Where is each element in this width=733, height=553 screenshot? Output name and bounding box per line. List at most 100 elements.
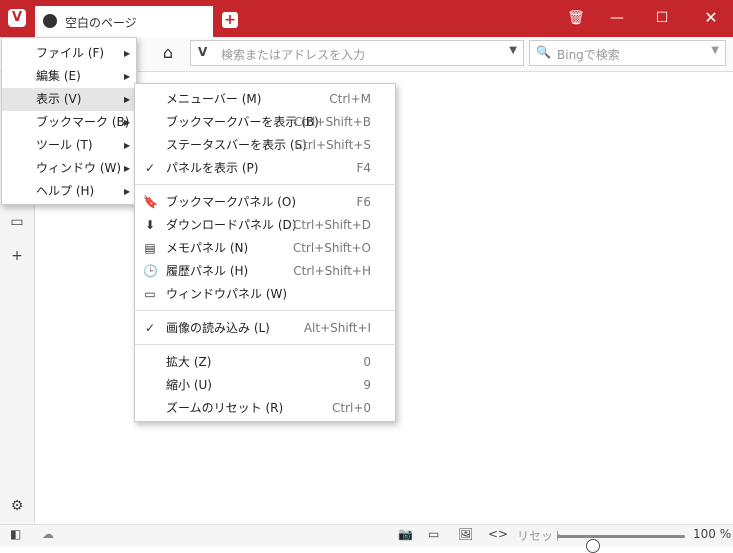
check-icon: ✓	[144, 321, 156, 335]
main-menu: ファイル (F) ▶ 編集 (E) ▶ 表示 (V) ▶ ブックマーク (B) ▶ ツール (T…	[1, 37, 137, 205]
submenu-item-label: 拡大 (Z)	[166, 355, 212, 369]
tab-blank-page[interactable]: 空白のページ	[35, 6, 213, 37]
window-icon: ▭	[144, 287, 156, 301]
shortcut-label: Ctrl+Shift+H	[293, 264, 371, 278]
menu-item-label: ウィンドウ (W)	[36, 161, 122, 175]
panel-toggle-icon[interactable]: ◧	[10, 527, 21, 541]
submenu-item[interactable]: 🔖 ブックマークパネル (O) F6	[135, 191, 395, 214]
shortcut-label: Ctrl+Shift+O	[292, 241, 371, 255]
shortcut-label: Ctrl+0	[331, 401, 371, 415]
bookmark-icon: 🔖	[143, 195, 158, 209]
submenu-item-label: ステータスバーを表示 (S)	[166, 138, 307, 152]
submenu-item-label: パネルを表示 (P)	[166, 161, 259, 175]
menu-item[interactable]: ツール (T) ▶	[2, 134, 136, 157]
menu-separator	[135, 310, 395, 311]
window-icon[interactable]: ▭	[428, 527, 439, 541]
chevron-right-icon: ▶	[124, 187, 131, 196]
shortcut-label: Ctrl+Shift+S	[294, 138, 371, 152]
image-icon[interactable]: 🖼	[458, 527, 473, 541]
menu-item[interactable]: ヘルプ (H) ▶	[2, 180, 136, 203]
shortcut-label: Ctrl+Shift+D	[293, 218, 371, 232]
submenu-item-label: メニューバー (M)	[166, 92, 262, 106]
submenu-item-label: 画像の読み込み (L)	[166, 321, 270, 335]
cloud-icon[interactable]: ☁	[42, 527, 54, 541]
submenu-item[interactable]: ズームのリセット (R) Ctrl+0	[135, 397, 395, 420]
chevron-right-icon: ▶	[124, 72, 131, 81]
maximize-button[interactable]: ☐	[651, 8, 673, 28]
menu-item-label: 編集 (E)	[36, 69, 81, 83]
chevron-down-icon[interactable]: ▼	[711, 45, 719, 56]
shortcut-label: 0	[363, 355, 371, 369]
submenu-item[interactable]: ▭ ウィンドウパネル (W)	[135, 283, 395, 306]
submenu-item[interactable]: ⬇ ダウンロードパネル (D) Ctrl+Shift+D	[135, 214, 395, 237]
zoom-slider-handle[interactable]	[586, 539, 601, 553]
check-icon: ✓	[144, 161, 156, 175]
shortcut-label: F4	[356, 161, 371, 175]
shortcut-label: F6	[356, 195, 371, 209]
status-bar: ◧ ☁ 📷 ▭ 🖼 <> リセット 100 %	[0, 524, 733, 553]
submenu-item-label: メモパネル (N)	[166, 241, 249, 255]
menu-item-label: ツール (T)	[36, 138, 93, 152]
view-submenu: メニューバー (M) Ctrl+M ブックマークバーを表示 (B) Ctrl+Shif…	[134, 83, 396, 422]
vivaldi-logo-icon[interactable]: V	[8, 9, 26, 27]
address-input[interactable]: V 検索またはアドレスを入力 ▼	[190, 40, 524, 66]
submenu-item[interactable]: ステータスバーを表示 (S) Ctrl+Shift+S	[135, 134, 395, 157]
submenu-item[interactable]: メニューバー (M) Ctrl+M	[135, 88, 395, 111]
zoom-slider[interactable]	[557, 535, 685, 553]
submenu-item[interactable]: 縮小 (U) 9	[135, 374, 395, 397]
chevron-right-icon: ▶	[124, 49, 131, 58]
search-placeholder: Bingで検索	[557, 48, 620, 62]
submenu-item-label: 縮小 (U)	[166, 378, 212, 392]
home-icon[interactable]: ⌂	[158, 43, 178, 63]
submenu-item-label: ダウンロードパネル (D)	[166, 218, 297, 232]
submenu-item[interactable]: ▤ メモパネル (N) Ctrl+Shift+O	[135, 237, 395, 260]
tab-title: 空白のページ	[65, 16, 137, 30]
address-placeholder: 検索またはアドレスを入力	[221, 48, 366, 62]
menu-item[interactable]: ファイル (F) ▶	[2, 42, 136, 65]
submenu-item-label: ブックマークパネル (O)	[166, 195, 297, 209]
submenu-item[interactable]: 🕒 履歴パネル (H) Ctrl+Shift+H	[135, 260, 395, 283]
chevron-down-icon[interactable]: ▼	[509, 45, 517, 56]
close-button[interactable]: ✕	[700, 8, 722, 28]
submenu-item[interactable]: ✓ 画像の読み込み (L) Alt+Shift+I	[135, 317, 395, 340]
shortcut-label: 9	[363, 378, 371, 392]
history-icon: 🕒	[143, 264, 158, 278]
menu-item[interactable]: 編集 (E) ▶	[2, 65, 136, 88]
menu-item[interactable]: 表示 (V) ▶	[2, 88, 136, 111]
menu-separator	[135, 344, 395, 345]
globe-icon	[43, 14, 57, 28]
window-panel-icon[interactable]: ▭	[9, 214, 25, 230]
shortcut-label: Ctrl+Shift+B	[294, 115, 371, 129]
menu-item-label: 表示 (V)	[36, 92, 82, 106]
chevron-right-icon: ▶	[124, 118, 131, 127]
submenu-item-label: ウィンドウパネル (W)	[166, 287, 288, 301]
trash-icon[interactable]: 🗑	[565, 8, 587, 28]
shortcut-label: Alt+Shift+I	[303, 321, 371, 335]
site-info-icon[interactable]: V	[198, 45, 207, 59]
menu-item[interactable]: ウィンドウ (W) ▶	[2, 157, 136, 180]
menu-item[interactable]: ブックマーク (B) ▶	[2, 111, 136, 134]
settings-icon[interactable]: ⚙	[9, 498, 25, 514]
download-icon: ⬇	[144, 218, 156, 232]
search-input[interactable]: 🔍 Bingで検索 ▼	[529, 40, 726, 66]
submenu-item[interactable]: ✓ パネルを表示 (P) F4	[135, 157, 395, 180]
search-icon[interactable]: 🔍	[536, 45, 551, 59]
submenu-item[interactable]: ブックマークバーを表示 (B) Ctrl+Shift+B	[135, 111, 395, 134]
shortcut-label: Ctrl+M	[329, 92, 371, 106]
zoom-level: 100 %	[693, 527, 732, 541]
menu-item-label: ブックマーク (B)	[36, 115, 130, 129]
camera-icon[interactable]: 📷	[398, 527, 413, 541]
chevron-right-icon: ▶	[124, 95, 131, 104]
code-icon[interactable]: <>	[488, 527, 508, 541]
minimize-button[interactable]: —	[606, 8, 628, 28]
add-panel-icon[interactable]: +	[9, 248, 25, 264]
menu-item-label: ファイル (F)	[36, 46, 105, 60]
submenu-item-label: ズームのリセット (R)	[166, 401, 284, 415]
submenu-item[interactable]: 拡大 (Z) 0	[135, 351, 395, 374]
submenu-item-label: 履歴パネル (H)	[166, 264, 249, 278]
chevron-right-icon: ▶	[124, 164, 131, 173]
new-tab-button[interactable]: +	[222, 12, 238, 28]
menu-item-label: ヘルプ (H)	[36, 184, 95, 198]
chevron-right-icon: ▶	[124, 141, 131, 150]
title-bar: V 空白のページ + 🗑 — ☐ ✕	[0, 0, 733, 37]
